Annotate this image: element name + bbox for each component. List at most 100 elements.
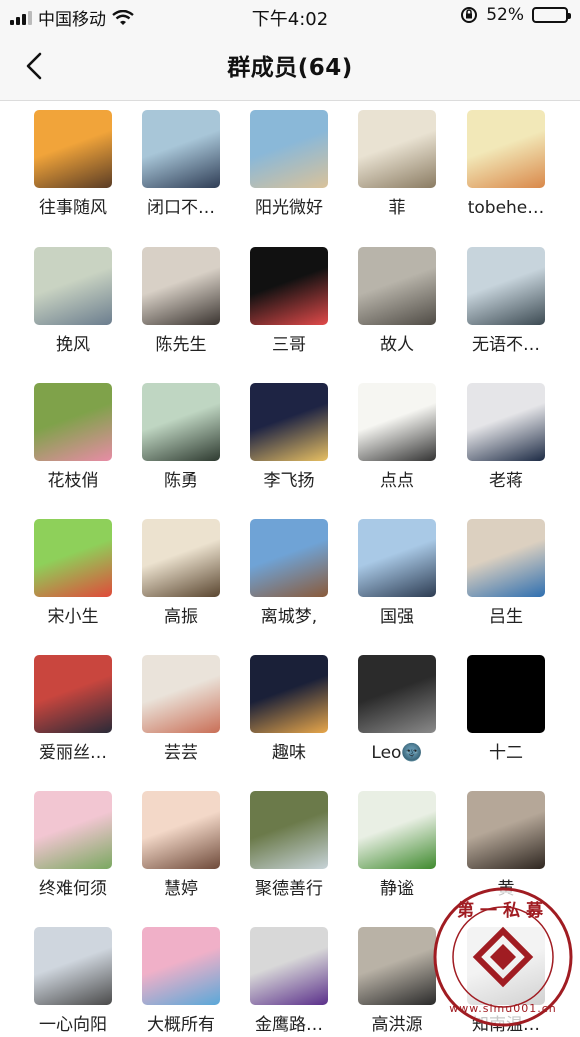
page-title: 群成员(64) — [227, 55, 353, 81]
member-name: 趣味 — [272, 743, 306, 763]
member-item[interactable]: 花枝俏 — [19, 383, 127, 493]
member-name: 菲 — [388, 198, 406, 218]
member-name: 吕生 — [489, 607, 523, 627]
member-name: 闭口不… — [147, 198, 215, 218]
member-avatar — [142, 247, 220, 325]
member-avatar — [250, 655, 328, 733]
member-name: 故人 — [380, 335, 414, 355]
member-avatar — [34, 519, 112, 597]
battery-percent: 52% — [486, 5, 524, 25]
member-avatar — [250, 519, 328, 597]
navigation-bar: 群成员(64) — [0, 32, 580, 101]
member-item[interactable]: 终难何须 — [19, 791, 127, 901]
member-item[interactable]: 宋小生 — [19, 519, 127, 629]
member-item[interactable]: 吕生 — [452, 519, 560, 629]
member-item[interactable]: 往事随风 — [19, 110, 127, 220]
svg-text:第一私募: 第一私募 — [457, 900, 549, 921]
member-name: 一心向阳 — [39, 1015, 107, 1035]
member-avatar — [142, 383, 220, 461]
member-item[interactable]: 三哥 — [235, 247, 343, 357]
member-avatar — [467, 110, 545, 188]
member-avatar — [467, 655, 545, 733]
member-item[interactable]: 陈先生 — [127, 247, 235, 357]
member-name: tobehe… — [467, 198, 545, 218]
member-avatar — [34, 247, 112, 325]
member-item[interactable]: 十二 — [452, 655, 560, 765]
member-item[interactable]: 李飞扬 — [235, 383, 343, 493]
member-name: 大概所有 — [147, 1015, 215, 1035]
member-name: 挽风 — [56, 335, 90, 355]
member-item[interactable]: tobehe… — [452, 110, 560, 220]
member-name: 陈勇 — [164, 471, 198, 491]
member-item[interactable]: 点点 — [343, 383, 451, 493]
battery-icon — [532, 7, 571, 23]
member-name: 老蒋 — [489, 471, 523, 491]
member-avatar — [467, 519, 545, 597]
member-avatar — [250, 110, 328, 188]
member-item[interactable]: 故人 — [343, 247, 451, 357]
member-item[interactable]: 金鹰路… — [235, 927, 343, 1037]
member-avatar — [142, 519, 220, 597]
member-avatar — [142, 655, 220, 733]
member-name: 终难何须 — [39, 879, 107, 899]
member-item[interactable]: 菲 — [343, 110, 451, 220]
member-item[interactable]: 爱丽丝… — [19, 655, 127, 765]
member-avatar — [467, 383, 545, 461]
member-name: 爱丽丝… — [39, 743, 107, 763]
orientation-lock-icon — [461, 7, 478, 23]
member-avatar — [34, 927, 112, 1005]
status-right: 52% — [460, 5, 571, 25]
member-name: 慧婷 — [164, 879, 198, 899]
member-name: 国强 — [380, 607, 414, 627]
member-item[interactable]: 老蒋 — [452, 383, 560, 493]
member-avatar — [358, 791, 436, 869]
member-name: 芸芸 — [164, 743, 198, 763]
member-item[interactable]: 阳光微好 — [235, 110, 343, 220]
member-item[interactable]: 黄 — [452, 791, 560, 901]
member-avatar — [34, 791, 112, 869]
member-item[interactable]: 闭口不… — [127, 110, 235, 220]
member-avatar — [250, 927, 328, 1005]
member-item[interactable]: 挽风 — [19, 247, 127, 357]
member-item[interactable]: 无语不… — [452, 247, 560, 357]
member-avatar — [34, 655, 112, 733]
member-avatar — [250, 383, 328, 461]
member-avatar — [358, 110, 436, 188]
member-item[interactable]: 趣味 — [235, 655, 343, 765]
member-item[interactable]: 慧婷 — [127, 791, 235, 901]
member-item[interactable]: 高振 — [127, 519, 235, 629]
member-name: Leo🌚 — [371, 743, 423, 763]
member-name: 三哥 — [272, 335, 306, 355]
member-avatar — [358, 655, 436, 733]
member-name: 陈先生 — [155, 335, 207, 355]
member-name: 聚德善行 — [255, 879, 323, 899]
member-avatar — [467, 791, 545, 869]
member-item[interactable]: 国强 — [343, 519, 451, 629]
member-item[interactable]: 静谧 — [343, 791, 451, 901]
member-avatar — [250, 247, 328, 325]
member-avatar — [142, 927, 220, 1005]
member-avatar — [34, 383, 112, 461]
member-item[interactable]: 大概所有 — [127, 927, 235, 1037]
member-avatar — [34, 110, 112, 188]
member-item[interactable]: 聚德善行 — [235, 791, 343, 901]
member-avatar — [142, 791, 220, 869]
member-avatar — [358, 383, 436, 461]
member-avatar — [358, 247, 436, 325]
member-item[interactable]: 离城梦, — [235, 519, 343, 629]
member-item[interactable]: 芸芸 — [127, 655, 235, 765]
status-bar: 中国移动 下午4:02 52% — [0, 0, 580, 32]
member-name: 往事随风 — [39, 198, 107, 218]
member-name: 离城梦, — [260, 607, 318, 627]
member-name: 阳光微好 — [255, 198, 323, 218]
member-avatar — [142, 110, 220, 188]
member-avatar — [467, 247, 545, 325]
member-item[interactable]: Leo🌚 — [343, 655, 451, 765]
member-name: 花枝俏 — [47, 471, 99, 491]
member-name: 高振 — [164, 607, 198, 627]
member-item[interactable]: 陈勇 — [127, 383, 235, 493]
member-item[interactable]: 一心向阳 — [19, 927, 127, 1037]
member-name: 十二 — [489, 743, 523, 763]
member-name: 点点 — [380, 471, 414, 491]
member-name: 宋小生 — [47, 607, 99, 627]
